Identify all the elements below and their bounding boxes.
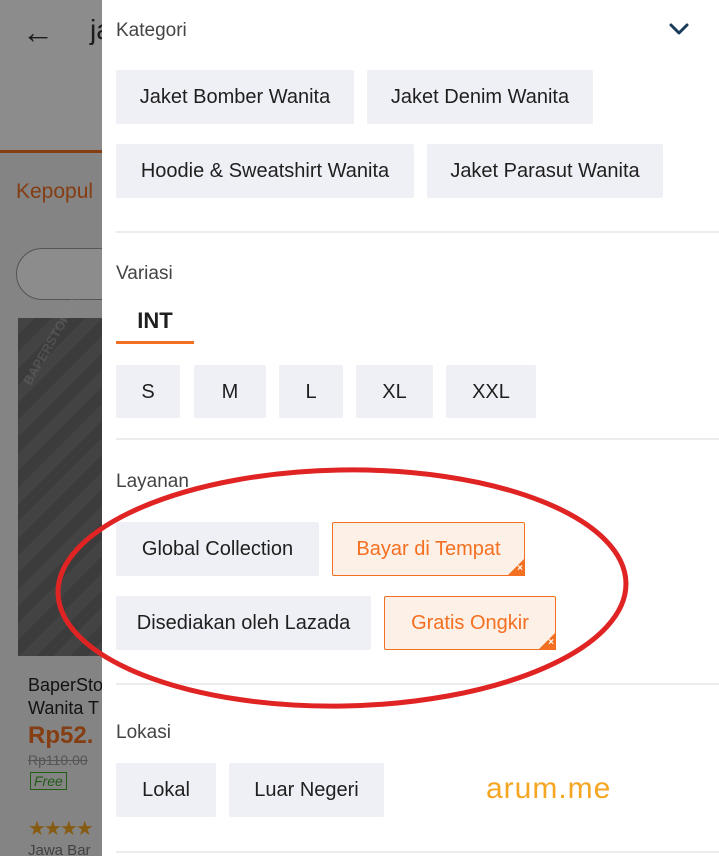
section-title-kategori: Kategori xyxy=(116,20,187,41)
section-divider xyxy=(116,683,719,685)
chip-kategori-hoodie[interactable]: Hoodie & Sweatshirt Wanita xyxy=(116,144,414,198)
size-chip-xxl[interactable]: XXL xyxy=(446,365,536,418)
chip-label: Gratis Ongkir xyxy=(411,612,529,634)
section-title-layanan: Layanan xyxy=(116,471,189,492)
chip-label: Bayar di Tempat xyxy=(356,538,501,560)
section-title-variasi: Variasi xyxy=(116,263,173,284)
chip-kategori-denim[interactable]: Jaket Denim Wanita xyxy=(367,70,593,124)
chip-layanan-disediakan-lazada[interactable]: Disediakan oleh Lazada xyxy=(116,596,371,650)
chip-lokasi-luar-negeri[interactable]: Luar Negeri xyxy=(229,763,384,817)
size-chip-xl[interactable]: XL xyxy=(356,365,433,418)
chip-lokasi-lokal[interactable]: Lokal xyxy=(116,763,216,817)
size-chip-m[interactable]: M xyxy=(194,365,266,418)
section-title-lokasi: Lokasi xyxy=(116,722,171,743)
chip-layanan-global-collection[interactable]: Global Collection xyxy=(116,522,319,576)
tab-variasi-underline xyxy=(116,341,194,344)
close-icon: × xyxy=(517,563,523,574)
tab-variasi-int[interactable]: INT xyxy=(116,308,194,334)
chip-layanan-gratis-ongkir[interactable]: Gratis Ongkir × xyxy=(384,596,556,650)
size-chip-s[interactable]: S xyxy=(116,365,180,418)
chip-layanan-bayar-di-tempat[interactable]: Bayar di Tempat × xyxy=(332,522,525,576)
filter-panel: Kategori Jaket Bomber Wanita Jaket Denim… xyxy=(102,0,719,856)
chip-kategori-bomber[interactable]: Jaket Bomber Wanita xyxy=(116,70,354,124)
close-icon: × xyxy=(548,637,554,648)
site-watermark: arum.me xyxy=(486,772,612,805)
section-divider xyxy=(116,231,719,233)
section-divider xyxy=(116,851,719,853)
chip-kategori-parasut[interactable]: Jaket Parasut Wanita xyxy=(427,144,663,198)
chevron-down-icon[interactable] xyxy=(668,18,690,40)
size-chip-l[interactable]: L xyxy=(279,365,343,418)
section-divider xyxy=(116,438,719,440)
